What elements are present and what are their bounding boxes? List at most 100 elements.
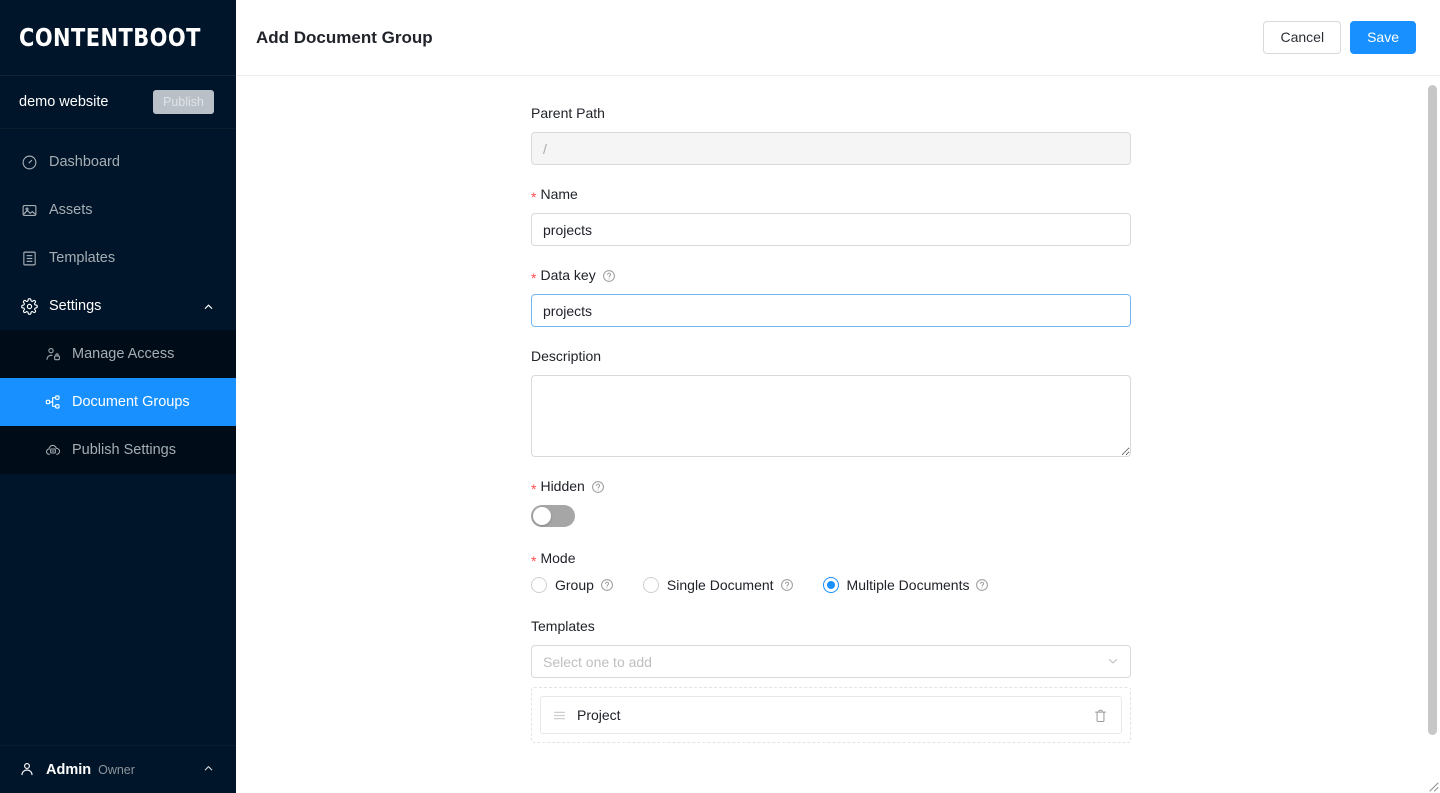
templates-icon bbox=[20, 249, 38, 267]
radio-indicator bbox=[642, 577, 659, 593]
templates-drop-area: Project bbox=[531, 687, 1131, 743]
user-lock-icon bbox=[44, 346, 61, 363]
data-key-label: Data key bbox=[540, 267, 596, 283]
field-hidden: * Hidden bbox=[531, 477, 1131, 527]
field-templates: Templates Select one to add Project bbox=[531, 617, 1131, 743]
vertical-scrollbar[interactable] bbox=[1425, 76, 1440, 793]
main-area: Add Document Group Cancel Save Parent Pa… bbox=[236, 0, 1440, 793]
radio-group[interactable]: Group bbox=[531, 577, 614, 593]
app-root: CONTENTBOOT demo website Publish Dashboa… bbox=[0, 0, 1440, 793]
dashboard-icon bbox=[20, 153, 38, 171]
sidebar-nav: Dashboard Assets Templates Settings Mana… bbox=[0, 129, 236, 745]
logo[interactable]: CONTENTBOOT bbox=[0, 0, 236, 76]
toggle-knob bbox=[533, 507, 551, 525]
data-key-input[interactable] bbox=[531, 294, 1131, 327]
required-asterisk: * bbox=[531, 480, 537, 497]
assets-icon bbox=[20, 201, 38, 219]
hidden-toggle[interactable] bbox=[531, 505, 575, 527]
sitemap-icon bbox=[44, 394, 61, 411]
sidebar-item-label: Settings bbox=[49, 298, 102, 314]
page-title: Add Document Group bbox=[256, 27, 433, 47]
topbar: Add Document Group Cancel Save bbox=[236, 0, 1440, 76]
radio-indicator bbox=[822, 577, 839, 593]
mode-radio-group: Group Single Document Multiple Documents bbox=[531, 577, 1131, 593]
sidebar-item-label: Manage Access bbox=[72, 346, 175, 362]
logo-text: CONTENTBOOT bbox=[19, 23, 201, 52]
gear-icon bbox=[20, 297, 38, 315]
sidebar-item-assets[interactable]: Assets bbox=[0, 186, 236, 234]
field-description: Description bbox=[531, 347, 1131, 457]
templates-placeholder: Select one to add bbox=[543, 653, 652, 670]
radio-single-document[interactable]: Single Document bbox=[642, 577, 794, 593]
sidebar-item-label: Dashboard bbox=[49, 154, 120, 170]
templates-select[interactable]: Select one to add bbox=[531, 645, 1131, 678]
chevron-up-icon bbox=[203, 761, 214, 779]
help-circle-icon[interactable] bbox=[780, 578, 794, 592]
drag-handle-icon[interactable] bbox=[552, 708, 567, 723]
field-data-key: * Data key bbox=[531, 266, 1131, 327]
mode-label: Mode bbox=[540, 550, 576, 566]
sidebar-item-label: Assets bbox=[49, 202, 93, 218]
parent-path-input[interactable] bbox=[531, 132, 1131, 165]
sidebar-item-document-groups[interactable]: Document Groups bbox=[0, 378, 236, 426]
user-menu[interactable]: Admin Owner bbox=[0, 745, 236, 793]
cancel-button[interactable]: Cancel bbox=[1263, 21, 1342, 54]
field-mode: * Mode Group Single Document Multiple Do… bbox=[531, 549, 1131, 593]
form-scroll-container: Parent Path * Name * Data key bbox=[236, 76, 1440, 793]
hidden-label: Hidden bbox=[540, 478, 585, 494]
field-parent-path: Parent Path bbox=[531, 104, 1131, 165]
radio-label: Multiple Documents bbox=[846, 577, 970, 593]
field-name: * Name bbox=[531, 185, 1131, 246]
template-name: Project bbox=[577, 707, 621, 723]
site-name: demo website bbox=[19, 94, 109, 110]
field-label: Templates bbox=[531, 617, 1131, 636]
scrollbar-thumb[interactable] bbox=[1428, 85, 1437, 735]
field-label: * Hidden bbox=[531, 477, 1131, 496]
parent-path-label: Parent Path bbox=[531, 105, 605, 121]
sidebar-item-dashboard[interactable]: Dashboard bbox=[0, 138, 236, 186]
site-selector[interactable]: demo website Publish bbox=[0, 76, 236, 129]
sidebar-item-templates[interactable]: Templates bbox=[0, 234, 236, 282]
resize-grip-icon[interactable] bbox=[1426, 779, 1439, 792]
radio-multiple-documents[interactable]: Multiple Documents bbox=[822, 577, 990, 593]
field-label: * Data key bbox=[531, 266, 1131, 285]
field-label: * Mode bbox=[531, 549, 1131, 568]
field-label: Parent Path bbox=[531, 104, 1131, 123]
radio-label: Single Document bbox=[666, 577, 774, 593]
help-circle-icon[interactable] bbox=[591, 480, 605, 494]
document-group-form: Parent Path * Name * Data key bbox=[531, 76, 1131, 743]
sidebar-item-settings[interactable]: Settings bbox=[0, 282, 236, 330]
help-circle-icon[interactable] bbox=[975, 578, 989, 592]
sidebar: CONTENTBOOT demo website Publish Dashboa… bbox=[0, 0, 236, 793]
name-input[interactable] bbox=[531, 213, 1131, 246]
name-label: Name bbox=[540, 186, 578, 202]
chevron-down-icon bbox=[1107, 654, 1119, 670]
chevron-up-icon bbox=[203, 301, 214, 312]
radio-label: Group bbox=[555, 577, 594, 593]
settings-submenu: Manage Access Document Groups Publish Se… bbox=[0, 330, 236, 474]
field-label: * Name bbox=[531, 185, 1131, 204]
sidebar-item-label: Document Groups bbox=[72, 394, 190, 410]
templates-label: Templates bbox=[531, 618, 595, 634]
trash-icon[interactable] bbox=[1093, 708, 1108, 723]
help-circle-icon[interactable] bbox=[600, 578, 614, 592]
save-button[interactable]: Save bbox=[1350, 21, 1416, 54]
avatar-icon bbox=[19, 761, 36, 778]
sidebar-item-label: Publish Settings bbox=[72, 442, 176, 458]
user-role: Owner bbox=[98, 762, 135, 777]
help-circle-icon[interactable] bbox=[602, 269, 616, 283]
sidebar-item-publish-settings[interactable]: Publish Settings bbox=[0, 426, 236, 474]
required-asterisk: * bbox=[531, 552, 537, 569]
description-textarea[interactable] bbox=[531, 375, 1131, 457]
field-label: Description bbox=[531, 347, 1131, 366]
description-label: Description bbox=[531, 348, 602, 364]
sidebar-item-label: Templates bbox=[49, 250, 116, 266]
publish-button[interactable]: Publish bbox=[153, 89, 214, 115]
user-name: Admin bbox=[46, 761, 92, 778]
list-item[interactable]: Project bbox=[540, 696, 1122, 734]
required-asterisk: * bbox=[531, 269, 537, 286]
required-asterisk: * bbox=[531, 188, 537, 205]
cloud-upload-icon bbox=[44, 442, 61, 459]
sidebar-item-manage-access[interactable]: Manage Access bbox=[0, 330, 236, 378]
radio-indicator bbox=[531, 577, 547, 593]
